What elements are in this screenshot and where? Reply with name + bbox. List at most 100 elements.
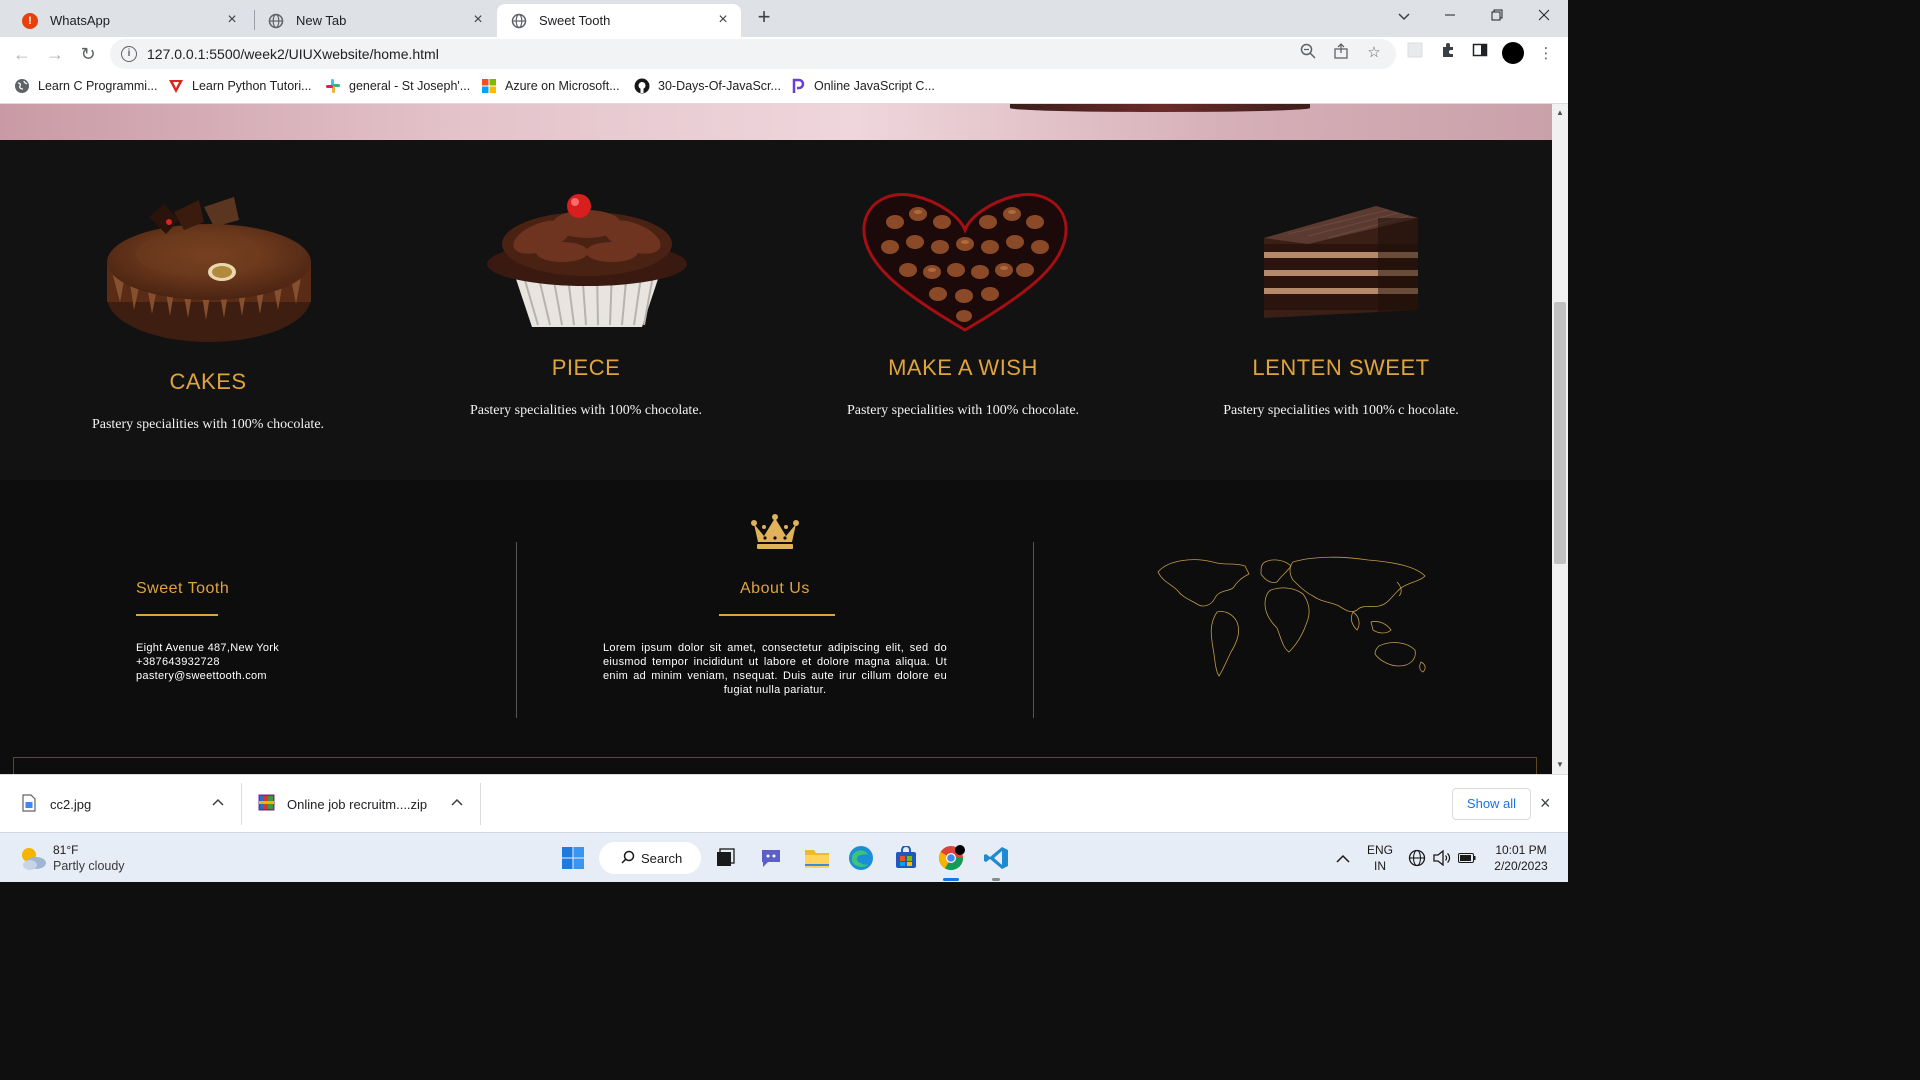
side-panel-icon[interactable] — [1468, 42, 1492, 66]
minimize-button[interactable] — [1436, 4, 1464, 28]
url-text[interactable]: 127.0.0.1:5500/week2/UIUXwebsite/home.ht… — [147, 46, 439, 62]
bookmark-label: 30-Days-Of-JavaScr... — [658, 79, 781, 93]
weather-temperature[interactable]: 81°F — [53, 843, 78, 857]
product-card-cakes[interactable]: CAKES Pastery specialities with 100% cho… — [78, 369, 338, 433]
profile-avatar[interactable] — [1502, 42, 1524, 64]
microsoft-store-icon[interactable] — [891, 843, 921, 873]
bookmark-azure[interactable]: Azure on Microsoft... — [481, 78, 620, 94]
microsoft-icon — [481, 78, 497, 94]
chevron-up-icon[interactable] — [212, 795, 224, 809]
crown-icon — [750, 514, 800, 550]
footer-brand-underline — [136, 614, 218, 616]
search-label: Search — [641, 850, 683, 866]
task-view-icon[interactable] — [710, 843, 740, 873]
language-code[interactable]: ENG — [1364, 843, 1396, 857]
vscode-icon[interactable] — [981, 843, 1011, 873]
taskbar-search[interactable]: Search — [599, 842, 701, 874]
download-item[interactable]: cc2.jpg — [22, 775, 91, 833]
speaker-icon[interactable] — [1430, 843, 1454, 873]
chevron-up-icon[interactable] — [451, 795, 463, 809]
reload-icon[interactable]: ↻ — [76, 42, 100, 66]
product-desc: Pastery specialities with 100% chocolate… — [91, 417, 325, 432]
bookmark-learn-python[interactable]: Learn Python Tutori... — [168, 78, 312, 94]
file-explorer-icon[interactable] — [802, 843, 832, 873]
scrollbar-thumb[interactable] — [1554, 302, 1566, 564]
back-arrow-icon[interactable]: ← — [10, 42, 34, 66]
site-footer: Sweet Tooth Eight Avenue 487,New York +3… — [0, 480, 1552, 774]
footer-email[interactable]: pastery@sweettooth.com — [136, 669, 279, 683]
windows-taskbar: 81°F Partly cloudy Search ENG IN 10:01 P… — [0, 832, 1568, 882]
extensions-puzzle-icon[interactable] — [1436, 42, 1460, 66]
close-icon[interactable]: × — [715, 12, 731, 28]
chrome-browser-icon[interactable] — [936, 843, 966, 873]
menu-kebab-icon[interactable]: ⋮ — [1534, 42, 1558, 66]
bookmark-label: Learn C Programmi... — [38, 79, 158, 93]
restore-button[interactable] — [1483, 4, 1511, 28]
tab-label: Sweet Tooth — [539, 13, 611, 28]
footer-phone: +387643932728 — [136, 656, 220, 668]
download-item[interactable]: Online job recruitm....zip — [258, 775, 427, 833]
tab-whatsapp[interactable]: ! WhatsApp × — [8, 4, 250, 37]
region-code[interactable]: IN — [1364, 859, 1396, 873]
product-card-make-a-wish[interactable]: MAKE A WISH Pastery specialities with 10… — [833, 355, 1093, 419]
footer-divider — [1033, 542, 1034, 718]
chocolate-heart-image — [860, 192, 1070, 332]
info-icon[interactable]: i — [121, 46, 137, 62]
footer-about-title: About Us — [740, 580, 810, 597]
globe-icon — [14, 78, 30, 94]
tray-chevron-up-icon[interactable] — [1331, 843, 1355, 873]
world-map-icon — [1153, 552, 1433, 682]
footer-about-text: Lorem ipsum dolor sit amet, consectetur … — [603, 642, 947, 696]
network-globe-icon[interactable] — [1405, 843, 1429, 873]
github-icon — [634, 78, 650, 94]
close-icon[interactable]: × — [224, 12, 240, 28]
clock-time[interactable]: 10:01 PM — [1488, 843, 1554, 857]
product-title: MAKE A WISH — [888, 355, 1038, 380]
extension-blank-icon[interactable] — [1403, 42, 1427, 66]
tab-new-tab[interactable]: New Tab × — [254, 4, 496, 37]
scroll-up-arrow-icon[interactable]: ▲ — [1552, 106, 1568, 120]
hero-image-bottom — [0, 104, 1552, 140]
bookmark-label: general - St Joseph'... — [349, 79, 471, 93]
image-file-icon — [22, 793, 36, 815]
bookmark-learn-c[interactable]: Learn C Programmi... — [14, 78, 157, 94]
product-card-piece[interactable]: PIECE Pastery specialities with 100% cho… — [456, 355, 716, 419]
share-icon[interactable] — [1331, 43, 1351, 63]
globe-icon — [511, 13, 527, 29]
footer-contact: Eight Avenue 487,New York +387643932728 … — [136, 641, 279, 683]
download-divider — [480, 783, 481, 825]
tab-sweet-tooth[interactable]: Sweet Tooth × — [497, 4, 741, 37]
edge-browser-icon[interactable] — [846, 843, 876, 873]
bookmark-slack-general[interactable]: general - St Joseph'... — [325, 78, 470, 94]
bookmark-label: Online JavaScript C... — [814, 79, 935, 93]
zoom-icon[interactable] — [1298, 43, 1318, 63]
weather-partly-cloudy-icon[interactable] — [18, 844, 48, 872]
address-bar[interactable]: i 127.0.0.1:5500/week2/UIUXwebsite/home.… — [110, 39, 1396, 69]
bookmark-online-js[interactable]: Online JavaScript C... — [790, 78, 935, 94]
tab-search-chevron-icon[interactable] — [1390, 4, 1418, 28]
page-scrollbar[interactable]: ▲ ▼ — [1552, 104, 1568, 774]
product-card-lenten-sweet[interactable]: LENTEN SWEET Pastery specialities with 1… — [1211, 355, 1471, 419]
zip-archive-icon — [258, 794, 275, 814]
search-icon — [621, 850, 635, 867]
bookmark-30-days-js[interactable]: 30-Days-Of-JavaScr... — [634, 78, 781, 94]
battery-icon[interactable] — [1455, 843, 1479, 873]
weather-description[interactable]: Partly cloudy — [53, 859, 125, 873]
clock-date[interactable]: 2/20/2023 — [1488, 859, 1554, 873]
products-section: CAKES Pastery specialities with 100% cho… — [0, 140, 1552, 480]
tutorials-point-icon — [168, 78, 184, 94]
globe-icon — [268, 13, 284, 29]
close-download-bar-icon[interactable]: × — [1540, 793, 1551, 814]
close-window-button[interactable] — [1530, 4, 1558, 28]
footer-address: Eight Avenue 487,New York — [136, 642, 280, 654]
new-tab-button[interactable]: + — [752, 6, 776, 30]
windows-start-icon[interactable] — [558, 843, 588, 873]
product-desc: Pastery specialities with 100% chocolate… — [469, 403, 703, 418]
scroll-down-arrow-icon[interactable]: ▼ — [1552, 758, 1568, 772]
show-all-button[interactable]: Show all — [1452, 788, 1531, 820]
teams-chat-icon[interactable] — [756, 843, 786, 873]
forward-arrow-icon[interactable]: → — [43, 42, 67, 66]
download-filename: cc2.jpg — [50, 796, 92, 812]
close-icon[interactable]: × — [470, 12, 486, 28]
bookmark-star-icon[interactable]: ☆ — [1364, 43, 1384, 63]
